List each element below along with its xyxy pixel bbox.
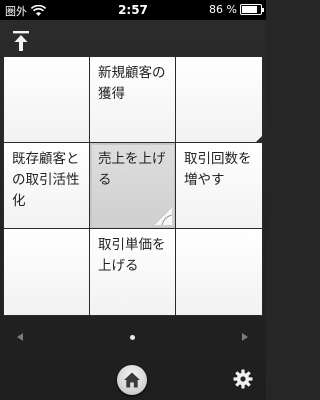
status-right: 86 % (209, 3, 264, 16)
grid-cell-8[interactable]: 取引単価を上げる (90, 229, 176, 315)
grid-cell-center[interactable]: 売上を上げる (90, 143, 176, 229)
grid-cell-label: 取引回数を増やす (184, 151, 252, 188)
battery-tip (262, 8, 264, 12)
page-curl-icon (154, 207, 172, 225)
grid-cell-label: 売上を上げる (98, 151, 166, 188)
grid-cell-1[interactable] (4, 57, 90, 143)
app-screen: 圏外 2:57 86 % 新規顧客の獲得 既存顧客との取引活性化 売上を上げる … (0, 0, 266, 400)
home-button[interactable] (117, 365, 147, 395)
gear-icon[interactable] (233, 369, 253, 389)
upload-icon[interactable] (12, 30, 30, 52)
grid-cell-4[interactable]: 既存顧客との取引活性化 (4, 143, 90, 229)
battery-fill (242, 6, 258, 13)
grid-cell-6[interactable]: 取引回数を増やす (176, 143, 262, 229)
next-arrow-icon[interactable] (241, 333, 249, 341)
cell-corner-notch (255, 136, 262, 143)
grid-cell-label: 新規顧客の獲得 (98, 65, 166, 102)
previous-arrow-icon[interactable] (16, 333, 24, 341)
grid-cell-3[interactable] (176, 57, 262, 143)
page-indicator-dot (130, 335, 135, 340)
grid-cell-9[interactable] (176, 229, 262, 315)
battery-percent: 86 % (209, 3, 237, 16)
status-bar: 圏外 2:57 86 % (0, 0, 266, 20)
grid-cell-2[interactable]: 新規顧客の獲得 (90, 57, 176, 143)
battery-icon (240, 4, 264, 15)
grid-cell-7[interactable] (4, 229, 90, 315)
home-icon (124, 372, 140, 388)
grid-cell-label: 取引単価を上げる (98, 237, 166, 274)
mandala-grid: 新規顧客の獲得 既存顧客との取引活性化 売上を上げる 取引回数を増やす 取引単価… (4, 57, 262, 315)
grid-cell-label: 既存顧客との取引活性化 (12, 151, 80, 209)
